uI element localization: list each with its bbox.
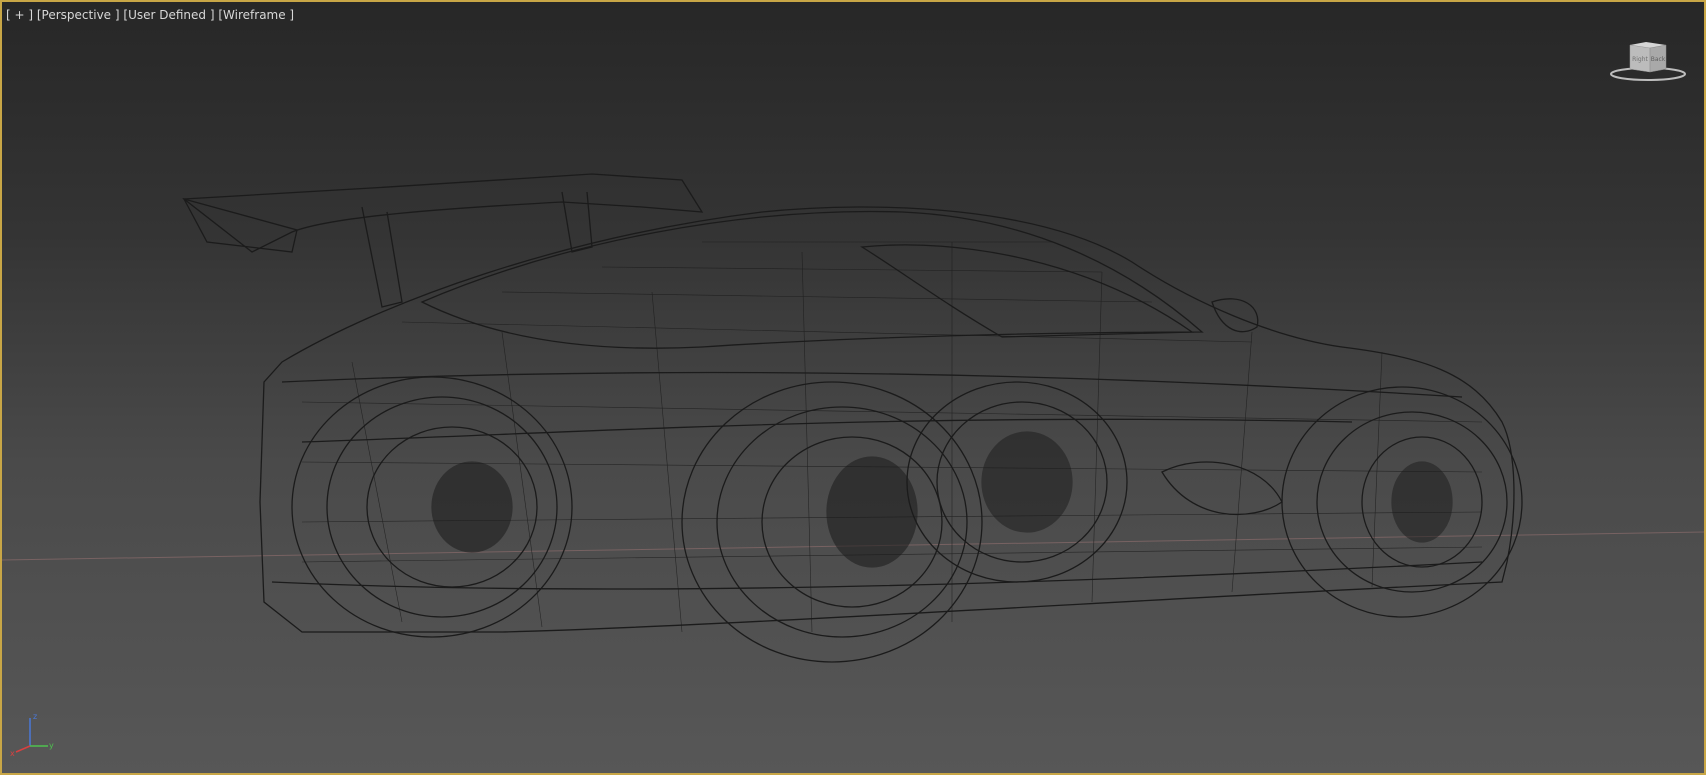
- rear-wing-strut-left: [361, 206, 403, 308]
- axis-x-line: [15, 745, 31, 753]
- viewport-shading-menu[interactable]: [Wireframe ]: [218, 8, 294, 22]
- viewcube-face-left-label: Right: [1632, 56, 1648, 63]
- wheel-rear-left: [291, 376, 573, 638]
- side-mirror: [1211, 298, 1259, 333]
- rear-wing-endplate-left: [182, 197, 298, 253]
- axis-y-label: y: [49, 741, 54, 750]
- axis-x-label: x: [10, 749, 15, 758]
- wireframe-scene[interactable]: [2, 2, 1704, 773]
- viewcube[interactable]: Right Back: [1608, 38, 1688, 84]
- rear-wing-strut-right: [561, 191, 593, 253]
- viewcube-face-right-label: Back: [1651, 56, 1666, 63]
- viewport-plus-menu[interactable]: [ + ]: [6, 8, 33, 22]
- viewport-label-menu: [ + ] [Perspective ] [User Defined ] [Wi…: [6, 8, 294, 22]
- body-crease: [301, 418, 1353, 443]
- axis-tripod: z y x: [10, 712, 54, 758]
- viewport-camera-menu[interactable]: [User Defined ]: [123, 8, 214, 22]
- beltline: [281, 371, 1463, 398]
- axis-z-label: z: [33, 712, 37, 721]
- perspective-viewport[interactable]: [ + ] [Perspective ] [User Defined ] [Wi…: [0, 0, 1706, 775]
- rear-wing: [182, 173, 704, 253]
- car-roof: [420, 210, 1204, 349]
- viewport-view-menu[interactable]: [Perspective ]: [37, 8, 120, 22]
- wheel-rear-right: [681, 381, 983, 663]
- windshield: [860, 244, 1194, 338]
- mesh-hatching: [301, 241, 1483, 633]
- car-wireframe-model[interactable]: [182, 173, 1523, 663]
